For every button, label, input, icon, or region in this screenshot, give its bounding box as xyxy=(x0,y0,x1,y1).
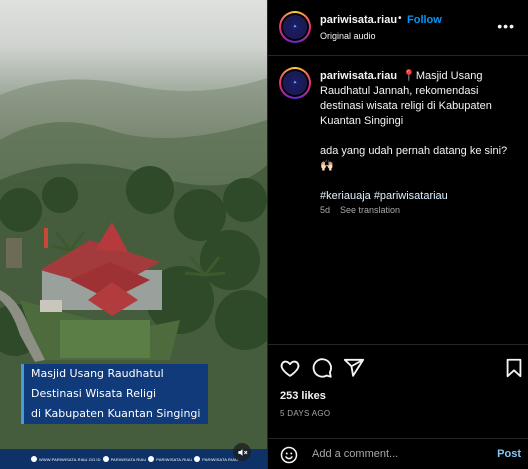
globe-icon xyxy=(30,456,37,462)
follow-button[interactable]: Follow xyxy=(407,14,442,26)
footer-item: WWW.PARIWISATA.RIAU.GO.ID xyxy=(30,456,101,462)
emoji-smiley-icon[interactable] xyxy=(280,446,298,464)
post-caption: pariwisata.riau 📍Masjid Usang Raudhatul … xyxy=(320,69,520,204)
separator-dot: • xyxy=(398,13,402,24)
instagram-icon xyxy=(102,456,109,462)
pariwisata-logo-icon: ✦ xyxy=(283,15,307,39)
footer-item: PARIWISATA RIAU xyxy=(194,456,238,462)
post-comment-button[interactable]: Post xyxy=(497,448,521,460)
bookmark-icon[interactable] xyxy=(503,357,525,379)
see-translation-link[interactable]: See translation xyxy=(340,205,400,215)
header-username[interactable]: pariwisata.riau xyxy=(320,14,397,26)
original-audio-link[interactable]: Original audio xyxy=(320,31,376,41)
post-side-panel: ✦ pariwisata.riau • Follow Original audi… xyxy=(267,0,528,469)
more-options-button[interactable]: ••• xyxy=(497,18,515,34)
speaker-muted-icon xyxy=(237,448,247,456)
likes-count[interactable]: 253 likes xyxy=(280,390,326,402)
post-media[interactable]: Masjid Usang Raudhatul Jannah Destinasi … xyxy=(0,0,267,469)
mute-button[interactable] xyxy=(233,443,251,461)
post-age: 5d xyxy=(320,205,331,215)
caption-meta: 5d See translation xyxy=(320,205,400,215)
facebook-icon xyxy=(194,456,201,462)
raised-hands-emoji: 🙌🏻 xyxy=(320,160,334,172)
caption-hashtags[interactable]: #keriauaja #pariwisatariau xyxy=(320,189,520,204)
comment-input[interactable] xyxy=(312,448,482,460)
caption-question: ada yang udah pernah datang ke sini? xyxy=(320,145,508,157)
media-caption-line: di Kabupaten Kuantan Singingi xyxy=(21,404,208,424)
share-icon[interactable] xyxy=(343,357,365,379)
footer-item: PARIWISATA.RIAU xyxy=(148,456,192,462)
comment-bar: Post xyxy=(268,438,528,469)
pin-emoji: 📍 xyxy=(402,70,416,82)
post-header: ✦ pariwisata.riau • Follow Original audi… xyxy=(268,0,528,56)
pariwisata-logo-icon: ✦ xyxy=(283,71,307,95)
post-date: 5 DAYS AGO xyxy=(280,409,331,418)
avatar[interactable]: ✦ xyxy=(279,67,311,99)
media-footer-bar: WWW.PARIWISATA.RIAU.GO.ID PARIWISATA RIA… xyxy=(0,449,267,469)
heart-icon[interactable] xyxy=(279,357,301,379)
action-bar xyxy=(268,344,528,390)
avatar[interactable]: ✦ xyxy=(279,11,311,43)
tiktok-icon xyxy=(148,456,155,462)
caption-username[interactable]: pariwisata.riau xyxy=(320,70,397,82)
comment-icon[interactable] xyxy=(311,357,333,379)
media-caption-line: Destinasi Wisata Religi xyxy=(21,384,208,404)
footer-item: PARIWISATA RIAU xyxy=(102,456,147,462)
